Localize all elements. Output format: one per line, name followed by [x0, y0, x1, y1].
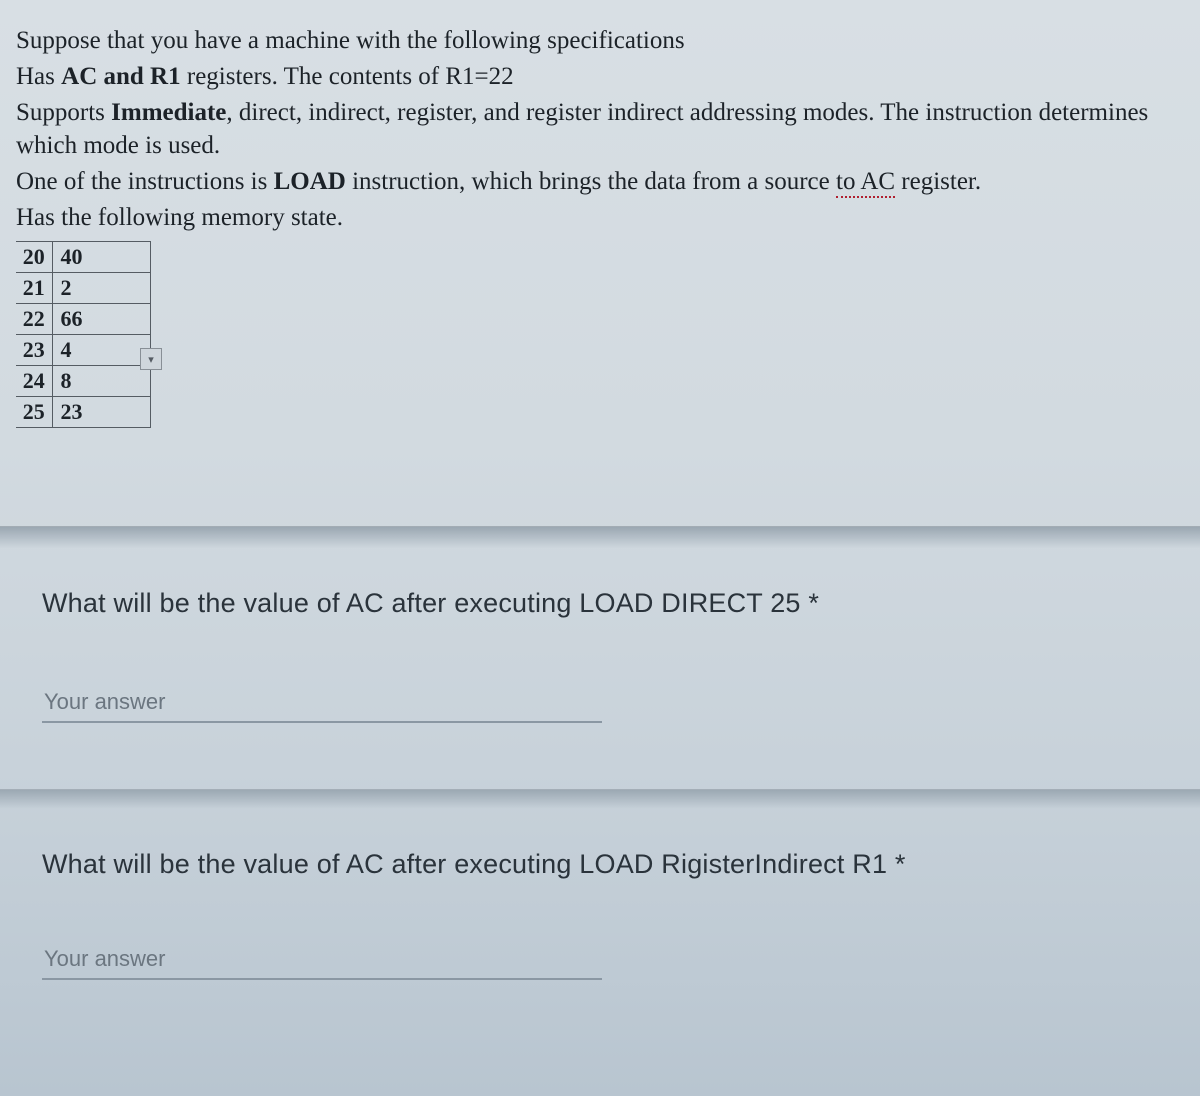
question-1-text: What will be the value of AC after execu…: [42, 588, 1158, 619]
problem-line-4: One of the instructions is LOAD instruct…: [16, 165, 1184, 199]
table-row: 2266: [16, 303, 150, 334]
table-row: 212: [16, 272, 150, 303]
instruction-load: LOAD: [274, 168, 346, 195]
text: instruction, which brings the data from …: [346, 168, 836, 195]
text: register.: [895, 168, 981, 195]
memory-address: 21: [16, 272, 52, 303]
dropdown-icon[interactable]: ▾: [140, 348, 162, 370]
chevron-down-icon: ▾: [148, 353, 154, 366]
text: registers. The contents of R1=22: [181, 63, 514, 90]
question-card-1: What will be the value of AC after execu…: [0, 548, 1200, 759]
table-row: 2040: [16, 241, 150, 272]
register-names: AC and R1: [61, 63, 180, 90]
memory-table: 204021222662342482523: [16, 241, 151, 428]
table-row: 234: [16, 334, 150, 365]
mode-immediate: Immediate: [111, 99, 226, 126]
answer-input-2[interactable]: [42, 940, 602, 980]
memory-address: 23: [16, 334, 52, 365]
answer-field-wrap: [42, 940, 1158, 988]
text: One of the instructions is: [16, 168, 274, 195]
answer-input-1[interactable]: [42, 683, 602, 723]
problem-line-2: Has AC and R1 registers. The contents of…: [16, 60, 1184, 94]
problem-line-3: Supports Immediate, direct, indirect, re…: [16, 96, 1184, 164]
text: Supports: [16, 99, 111, 126]
memory-address: 22: [16, 303, 52, 334]
memory-value: 66: [52, 303, 150, 334]
question-card-2: What will be the value of AC after execu…: [0, 809, 1200, 998]
problem-line-5: Has the following memory state.: [16, 201, 1184, 235]
answer-field-wrap: [42, 683, 1158, 731]
memory-address: 25: [16, 396, 52, 427]
memory-value: 2: [52, 272, 150, 303]
divider: [0, 789, 1200, 809]
problem-statement: Suppose that you have a machine with the…: [0, 0, 1200, 436]
memory-value: 23: [52, 396, 150, 427]
text: Has: [16, 63, 61, 90]
question-2-text: What will be the value of AC after execu…: [42, 849, 1158, 880]
table-row: 248: [16, 365, 150, 396]
memory-address: 24: [16, 365, 52, 396]
memory-value: 4: [52, 334, 150, 365]
memory-value: 8: [52, 365, 150, 396]
divider: [0, 526, 1200, 548]
problem-line-1: Suppose that you have a machine with the…: [16, 24, 1184, 58]
memory-value: 40: [52, 241, 150, 272]
table-row: 2523: [16, 396, 150, 427]
to-ac-underlined: to AC: [836, 168, 895, 198]
memory-address: 20: [16, 241, 52, 272]
page: Suppose that you have a machine with the…: [0, 0, 1200, 998]
